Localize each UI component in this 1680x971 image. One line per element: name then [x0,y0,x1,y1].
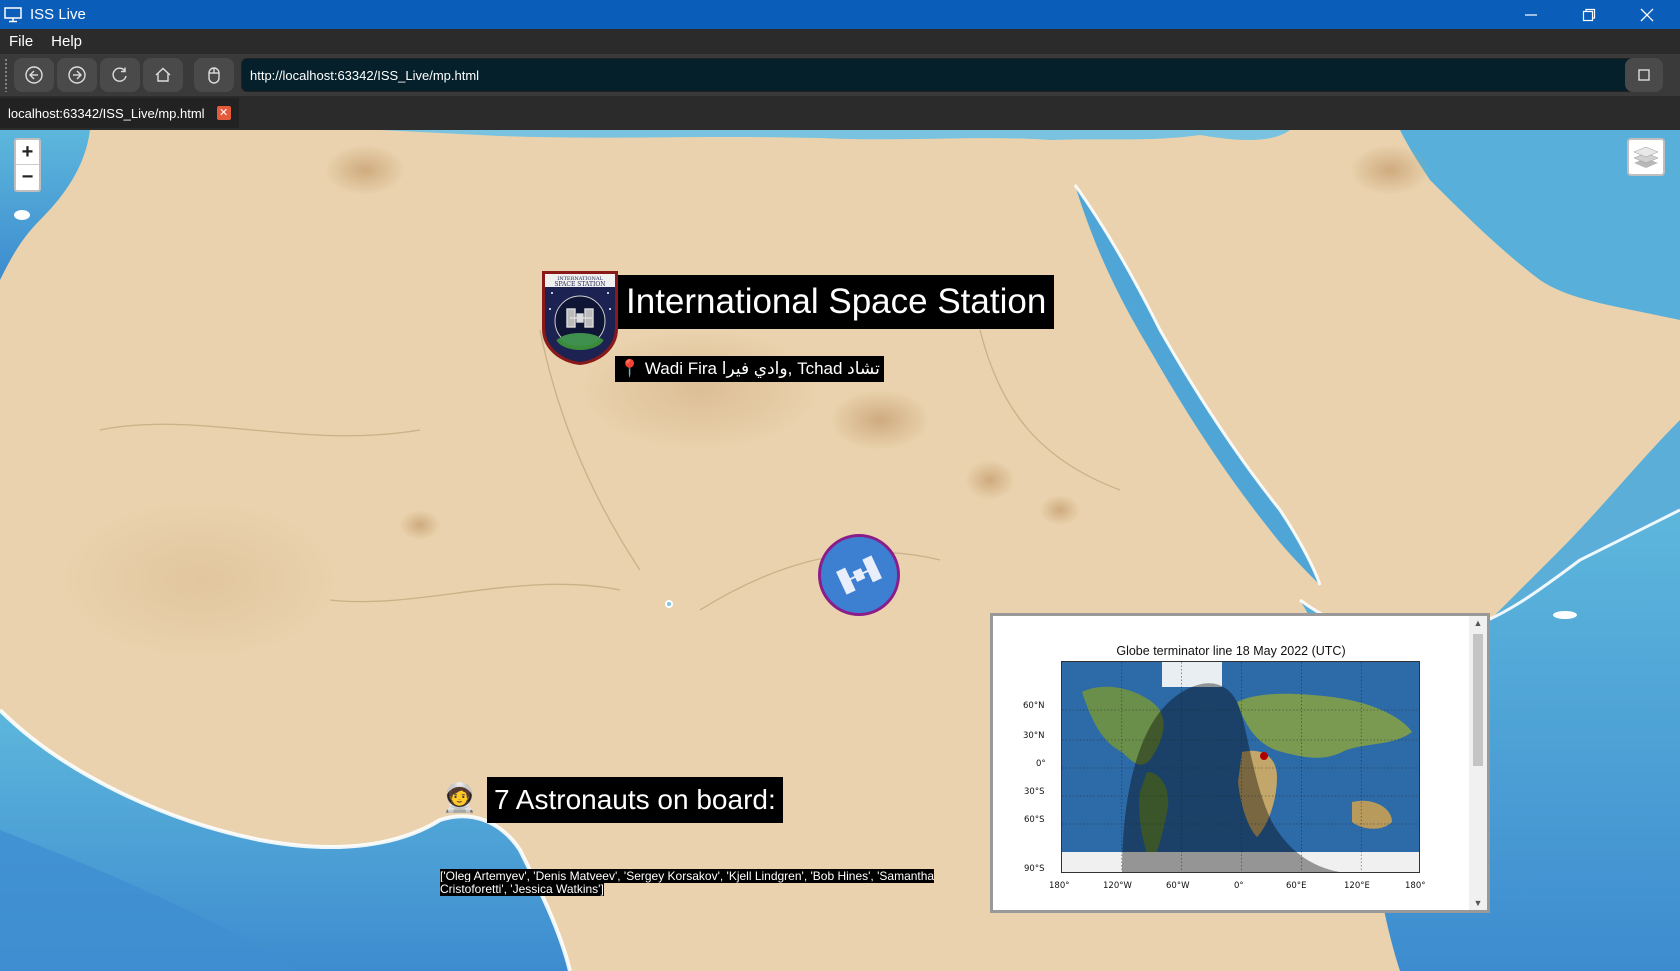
tab-close-icon[interactable]: ✕ [216,106,231,120]
zoom-in-button[interactable]: + [16,140,39,165]
minimize-icon [1525,13,1537,16]
iss-title: International Space Station [618,275,1055,329]
home-icon [155,67,171,82]
menu-help[interactable]: Help [42,33,91,50]
lon-label-180w: 180° [1049,881,1070,891]
world-map-figure [1062,662,1419,872]
map-view[interactable]: + − INTERNATIONAL SPACE STATION Internat… [0,130,1680,971]
back-icon [25,66,43,84]
menu-file[interactable]: File [0,33,42,50]
iss-icon [836,555,882,595]
zoom-control: + − [14,138,41,192]
mouse-button[interactable] [194,58,234,92]
back-button[interactable] [14,58,54,92]
tab-page[interactable]: localhost:63342/ISS_Live/mp.html ✕ [0,98,239,128]
scroll-up-icon[interactable]: ▲ [1473,618,1483,628]
lon-label-120e: 120°E [1344,881,1370,891]
stop-button[interactable] [1625,58,1663,92]
scroll-thumb[interactable] [1473,634,1483,766]
menu-bar: File Help [0,29,1680,54]
astronauts-list: ['Oleg Artemyev', 'Denis Matveev', 'Serg… [440,869,938,896]
minimize-button[interactable] [1502,0,1560,29]
lat-label-90s: 90°S [1024,864,1045,874]
astronaut-icon: 🧑‍🚀 [442,782,477,813]
reload-icon [112,67,127,82]
chart-title: Globe terminator line 18 May 2022 (UTC) [1116,644,1346,658]
forward-button[interactable] [57,58,97,92]
terminator-popup[interactable]: Globe terminator line 18 May 2022 (UTC) [990,613,1490,913]
layers-button[interactable] [1627,138,1665,176]
stop-icon [1638,69,1650,81]
scroll-down-icon[interactable]: ▼ [1473,898,1483,908]
astronauts-title: 7 Astronauts on board: [487,777,783,823]
tab-strip: localhost:63342/ISS_Live/mp.html ✕ [0,96,1680,130]
url-text: http://localhost:63342/ISS_Live/mp.html [250,67,480,83]
zoom-out-button[interactable]: − [16,165,39,190]
restore-button[interactable] [1560,0,1618,29]
iss-position-marker[interactable] [818,534,900,616]
svg-text:SPACE STATION: SPACE STATION [554,281,605,288]
lat-label-30s: 30°S [1024,787,1045,797]
lon-label-0: 0° [1234,881,1244,891]
lon-label-120w: 120°W [1103,881,1132,891]
restore-icon [1582,8,1596,21]
reload-button[interactable] [100,58,140,92]
lat-label-60s: 60°S [1024,815,1045,825]
forward-icon [68,66,86,84]
window-title: ISS Live [30,6,86,23]
title-bar: ISS Live [0,0,1680,29]
lat-label-0: 0° [1036,759,1046,769]
monitor-icon [4,6,22,22]
home-button[interactable] [143,58,183,92]
lon-label-60e: 60°E [1286,881,1307,891]
url-input[interactable]: http://localhost:63342/ISS_Live/mp.html [241,58,1641,92]
iss-emblem-logo: INTERNATIONAL SPACE STATION [542,271,618,365]
toolbar-grip[interactable] [4,58,8,92]
layers-icon [1633,146,1659,168]
lon-label-60w: 60°W [1166,881,1190,891]
browser-toolbar: http://localhost:63342/ISS_Live/mp.html [0,54,1680,96]
lon-label-180e: 180° [1405,881,1426,891]
iss-location: 📍 Wadi Fira وادي فيرا, Tchad تشاد [615,356,884,382]
tab-label: localhost:63342/ISS_Live/mp.html [8,105,205,121]
astronauts-list-text: ['Oleg Artemyev', 'Denis Matveev', 'Serg… [440,869,935,896]
close-button[interactable] [1618,0,1676,29]
lat-label-60n: 60°N [1023,701,1045,711]
mouse-icon [208,67,220,84]
terminator-map-image [1061,661,1420,873]
lat-label-30n: 30°N [1023,731,1045,741]
close-icon [1640,8,1654,21]
